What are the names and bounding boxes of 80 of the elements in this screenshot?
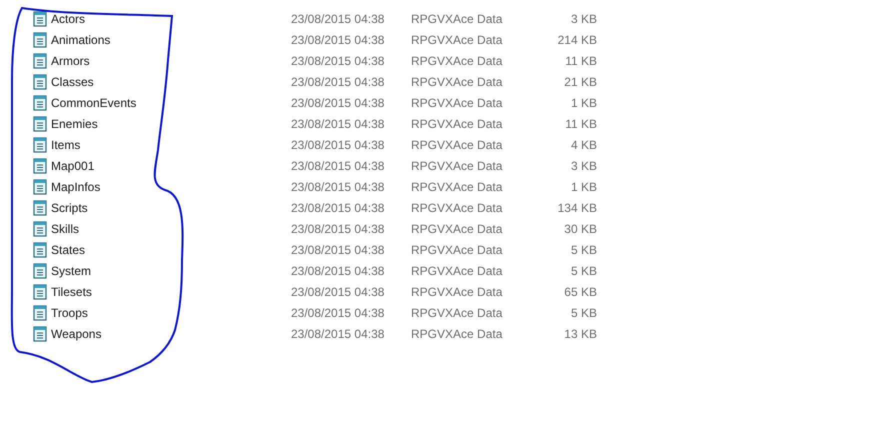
date-modified: 23/08/2015 04:38 — [291, 264, 386, 278]
date-modified: 23/08/2015 04:38 — [291, 326, 386, 340]
file-type: RPGVXAce Data — [411, 180, 504, 194]
file-size: 214 KB — [556, 32, 597, 46]
file-size: 5 KB — [570, 306, 597, 320]
date-modified: 23/08/2015 04:38 — [291, 96, 386, 110]
file-name[interactable]: Classes — [51, 74, 291, 88]
document-icon — [33, 74, 47, 90]
file-type: RPGVXAce Data — [411, 242, 504, 256]
document-icon — [33, 262, 47, 278]
file-name[interactable]: Tilesets — [51, 284, 291, 298]
file-name[interactable]: Scripts — [51, 200, 291, 214]
file-size: 11 KB — [564, 116, 597, 130]
date-modified: 23/08/2015 04:38 — [291, 222, 386, 236]
file-type: RPGVXAce Data — [411, 12, 504, 26]
file-name[interactable]: Animations — [51, 32, 291, 46]
document-icon — [33, 136, 47, 152]
file-size: 1 KB — [570, 180, 597, 194]
document-icon — [33, 178, 47, 194]
file-type: RPGVXAce Data — [411, 116, 504, 130]
document-icon — [33, 326, 47, 342]
date-modified: 23/08/2015 04:38 — [291, 54, 386, 68]
file-size: 21 KB — [563, 74, 597, 88]
document-icon — [33, 200, 47, 216]
file-type: RPGVXAce Data — [411, 306, 504, 320]
file-name[interactable]: Enemies — [51, 116, 291, 130]
file-type: RPGVXAce Data — [411, 54, 504, 68]
file-name[interactable]: Weapons — [51, 326, 291, 340]
file-type: RPGVXAce Data — [411, 200, 504, 214]
file-type: RPGVXAce Data — [411, 264, 504, 278]
file-name[interactable]: Items — [51, 138, 291, 152]
file-type: RPGVXAce Data — [411, 222, 504, 236]
file-size: 11 KB — [564, 54, 597, 68]
document-icon — [33, 242, 47, 258]
file-name[interactable]: Map001 — [51, 158, 291, 172]
date-modified: 23/08/2015 04:38 — [291, 180, 386, 194]
document-icon — [33, 94, 47, 110]
date-modified: 23/08/2015 04:38 — [291, 242, 386, 256]
document-icon — [33, 304, 47, 320]
document-icon — [33, 158, 47, 174]
file-type: RPGVXAce Data — [411, 158, 504, 172]
date-modified: 23/08/2015 04:38 — [291, 306, 386, 320]
file-name[interactable]: System — [51, 264, 291, 278]
file-size: 1 KB — [570, 96, 597, 110]
document-icon — [33, 284, 47, 300]
file-name[interactable]: States — [51, 242, 291, 256]
file-size: 5 KB — [570, 264, 597, 278]
file-type: RPGVXAce Data — [411, 96, 504, 110]
file-size: 3 KB — [570, 12, 597, 26]
date-modified: 23/08/2015 04:38 — [291, 200, 386, 214]
date-modified: 23/08/2015 04:38 — [291, 32, 386, 46]
file-type: RPGVXAce Data — [411, 326, 504, 340]
file-name[interactable]: MapInfos — [51, 180, 291, 194]
file-size: 5 KB — [570, 242, 597, 256]
document-icon — [33, 52, 47, 68]
file-size: 134 KB — [556, 200, 597, 214]
file-size: 3 KB — [570, 158, 597, 172]
file-name[interactable]: Armors — [51, 54, 291, 68]
document-icon — [33, 220, 47, 236]
date-modified: 23/08/2015 04:38 — [291, 158, 386, 172]
document-icon — [33, 116, 47, 132]
file-size: 65 KB — [563, 284, 597, 298]
file-name[interactable]: Skills — [51, 222, 291, 236]
date-modified: 23/08/2015 04:38 — [291, 74, 386, 88]
file-name[interactable]: Actors — [51, 12, 291, 26]
file-size: 30 KB — [563, 222, 597, 236]
file-type: RPGVXAce Data — [411, 32, 504, 46]
file-name[interactable]: CommonEvents — [51, 96, 291, 110]
date-modified: 23/08/2015 04:38 — [291, 284, 386, 298]
file-size: 4 KB — [570, 138, 597, 152]
file-type: RPGVXAce Data — [411, 284, 504, 298]
file-name[interactable]: Troops — [51, 306, 291, 320]
file-size: 13 KB — [563, 326, 597, 340]
document-icon — [33, 10, 47, 26]
date-modified: 23/08/2015 04:38 — [291, 12, 386, 26]
file-type: RPGVXAce Data — [411, 74, 504, 88]
file-type: RPGVXAce Data — [411, 138, 504, 152]
document-icon — [33, 32, 47, 48]
date-modified: 23/08/2015 04:38 — [291, 138, 386, 152]
date-modified: 23/08/2015 04:38 — [291, 116, 386, 130]
